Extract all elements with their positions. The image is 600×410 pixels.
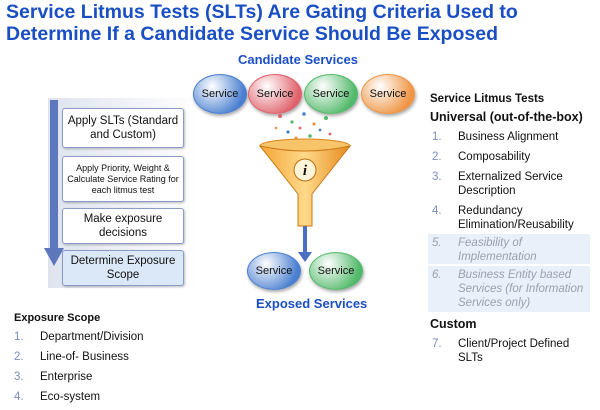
process-step-apply-slts: Apply SLTs (Standard and Custom) [62,108,184,148]
process-down-arrow [44,100,64,266]
list-item: 3. Enterprise [14,371,93,383]
list-item-dimmed: 6. Business Entity based Services (for In… [432,269,584,309]
custom-tests-list: 7. Client/Project Defined SLTs [432,337,592,367]
custom-heading: Custom [430,317,477,331]
candidate-services-label: Candidate Services [238,52,358,67]
down-arrow-icon [298,226,312,262]
title-line-2: Determine If a Candidate Service Should … [6,23,498,45]
litmus-tests-heading: Service Litmus Tests [430,93,545,105]
process-step-exposure-decisions: Make exposure decisions [62,208,184,244]
process-step-calculate-rating: Apply Priority, Weight & Calculate Servi… [62,156,184,202]
candidate-service-blue: Service [193,74,247,114]
process-step-determine-scope: Determine Exposure Scope [62,250,184,286]
exposure-scope-list: 1. Department/Division 2. Line-of- Busines… [14,330,214,410]
list-item: 1. Business Alignment [432,131,559,143]
list-item: 2. Line-of- Business [14,351,129,363]
info-icon: i [293,158,317,182]
universal-tests-list: 1. Business Alignment 2. Composability 3. E… [432,130,592,316]
page-title: Service Litmus Tests (SLTs) Are Gating C… [6,1,598,45]
list-item: 7. Client/Project Defined SLTs [432,338,570,364]
particle-dots [274,112,332,140]
universal-heading: Universal (out-of-the-box) [430,110,583,124]
list-item: 1. Department/Division [14,331,144,343]
list-item: 2. Composability [432,151,531,163]
funnel-graphic: i [258,112,352,262]
list-item-dimmed: 5. Feasibility of Implementation [432,237,537,263]
list-item: 4. Redundancy Elimination/Reusability [432,205,574,231]
exposed-service-blue: Service [247,252,301,290]
exposed-services-label: Exposed Services [256,296,368,311]
list-item: 4. Eco-system [14,391,101,403]
list-item: 3. Externalized Service Description [432,171,563,197]
exposure-scope-heading: Exposure Scope [14,312,101,324]
title-line-1: Service Litmus Tests (SLTs) Are Gating C… [6,1,518,23]
exposed-service-green: Service [309,252,363,290]
